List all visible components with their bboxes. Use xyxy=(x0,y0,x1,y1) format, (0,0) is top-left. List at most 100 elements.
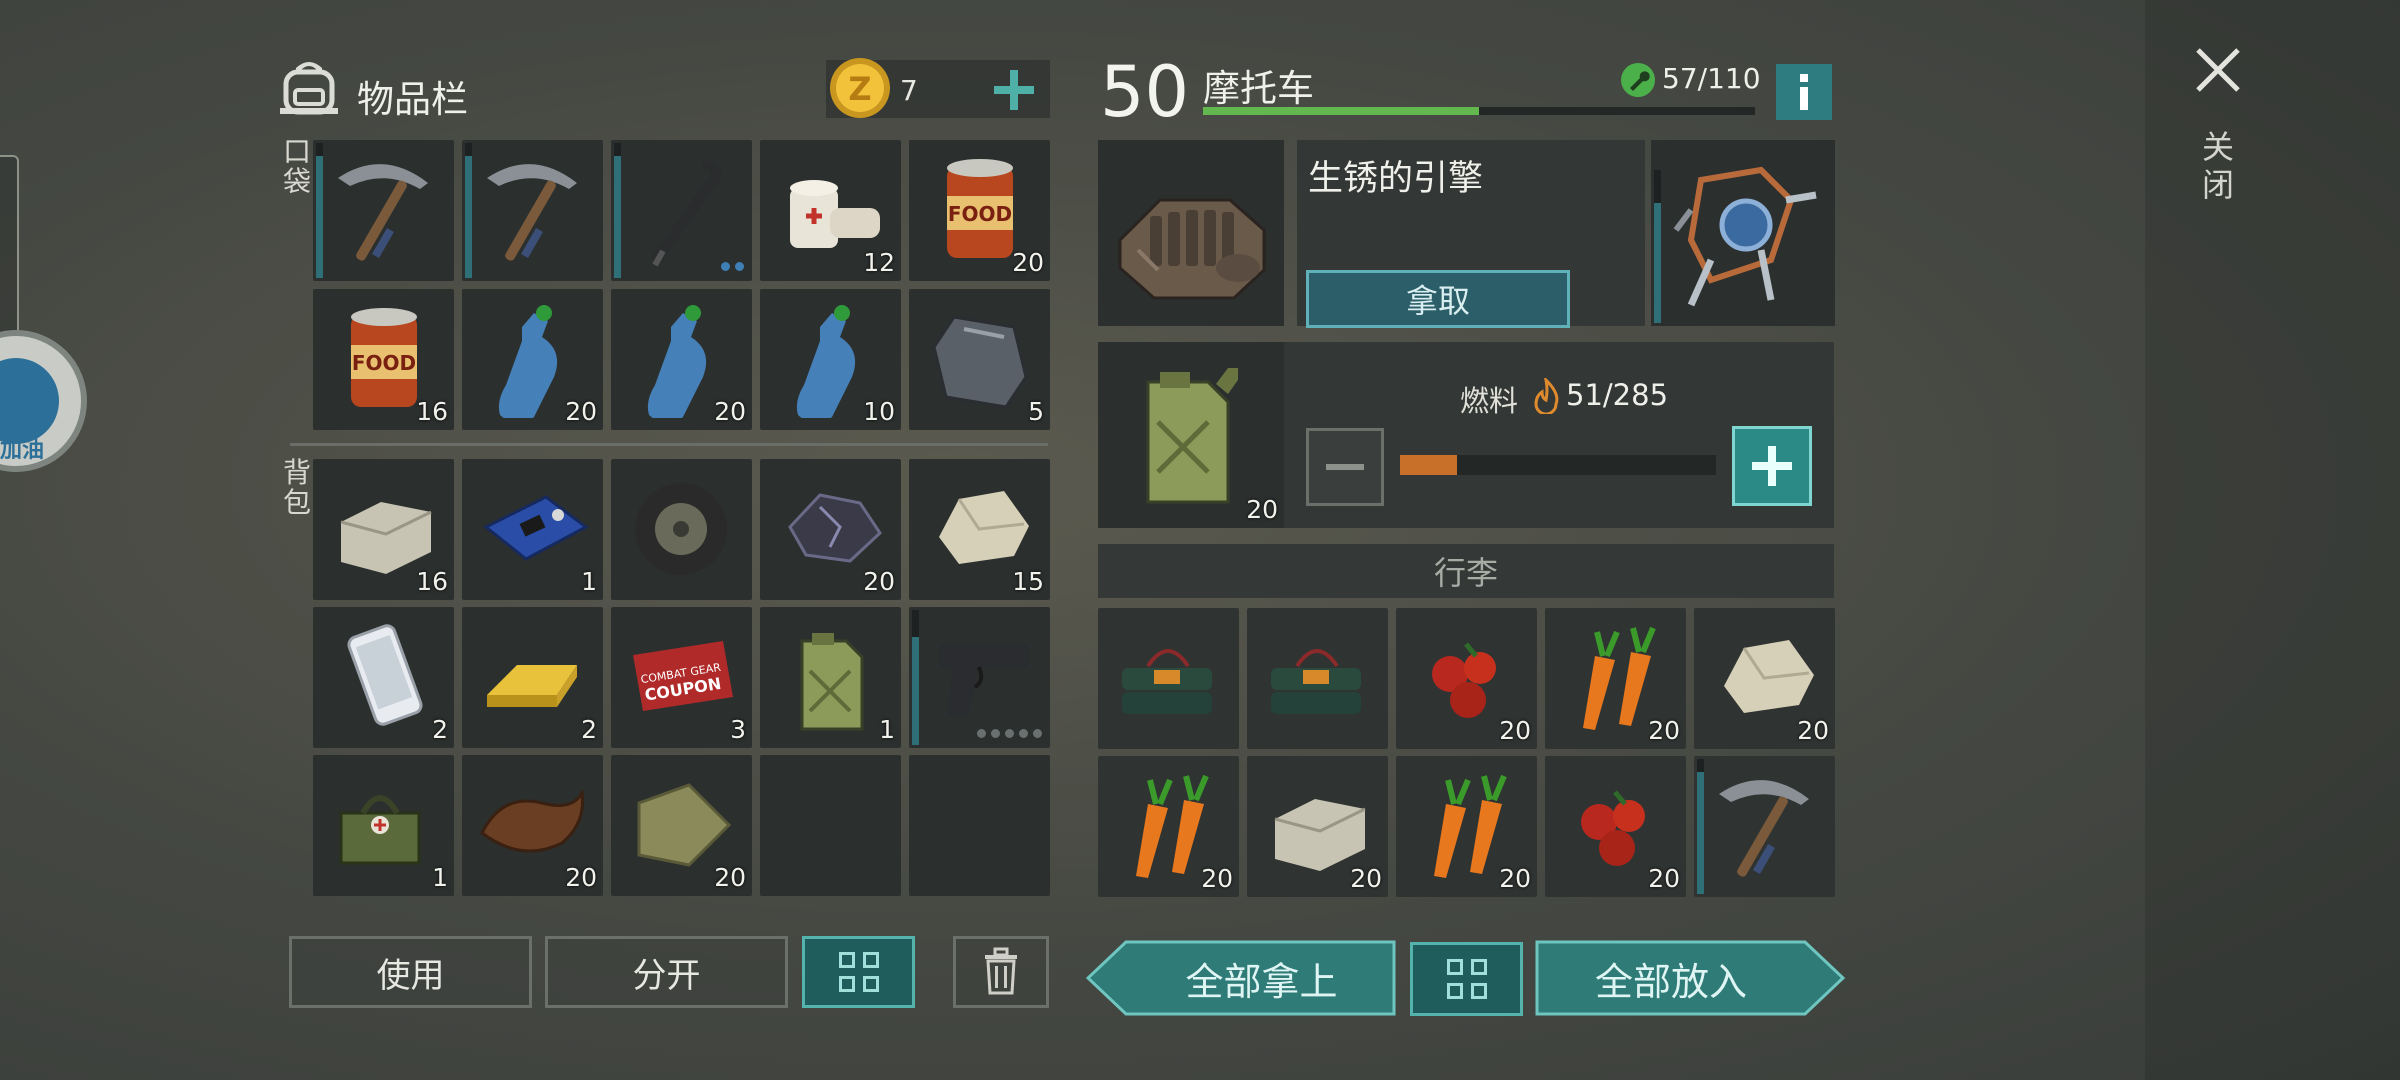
info-icon xyxy=(1800,74,1808,110)
inventory-title: 物品栏 xyxy=(357,78,468,121)
backpack-slot[interactable]: 2 xyxy=(462,607,603,748)
backpack-slot[interactable] xyxy=(909,755,1050,896)
pocket-slot[interactable]: 20 xyxy=(611,289,752,430)
pocket-slot[interactable] xyxy=(313,140,454,281)
info-button[interactable] xyxy=(1776,64,1832,120)
pocket-slot[interactable]: 20 xyxy=(462,289,603,430)
pickaxe-icon xyxy=(338,164,428,261)
fuel-value: 51/285 xyxy=(1566,378,1669,412)
pocket-slot[interactable]: 5 xyxy=(909,289,1050,430)
backpack-slot[interactable]: 15 xyxy=(909,459,1050,600)
grid-sort-icon xyxy=(1446,959,1487,999)
add-coins-button[interactable] xyxy=(992,68,1036,112)
split-button[interactable]: 分开 xyxy=(545,936,788,1008)
use-button[interactable]: 使用 xyxy=(289,936,532,1008)
crowbar-icon xyxy=(652,161,722,267)
circuit-board-icon xyxy=(483,495,589,561)
luggage-slot[interactable]: 20 xyxy=(1396,608,1537,749)
fuel-label: 燃料 xyxy=(1460,384,1519,418)
vehicle-name: 摩托车 xyxy=(1203,67,1314,110)
pocket-label: 口袋 xyxy=(282,135,311,198)
pickaxe-icon xyxy=(487,164,577,261)
charge-dots xyxy=(721,262,744,271)
backpack-slot[interactable]: 2 xyxy=(313,607,454,748)
right-backdrop xyxy=(2145,0,2400,1080)
close-label[interactable]: 关闭 xyxy=(2200,128,2236,204)
sort-luggage-button[interactable] xyxy=(1410,942,1523,1016)
luggage-slot[interactable]: 20 xyxy=(1545,756,1686,897)
backpack-slot[interactable]: 20 xyxy=(760,459,901,600)
item-count: 20 xyxy=(1012,248,1044,277)
vehicle-level: 50 xyxy=(1100,51,1190,133)
item-count: 20 xyxy=(1201,864,1233,893)
c4-explosive-icon xyxy=(1271,649,1361,714)
take-engine-button[interactable]: 拿取 xyxy=(1306,270,1570,328)
take-all-label: 全部拿上 xyxy=(1185,959,1338,1004)
luggage-slot[interactable]: 20 xyxy=(1694,608,1835,749)
minus-icon xyxy=(1326,464,1364,470)
fuel-increase-button[interactable] xyxy=(1732,426,1812,506)
item-count: 2 xyxy=(432,715,448,744)
luggage-slot[interactable]: 20 xyxy=(1396,756,1537,897)
item-count: 20 xyxy=(1648,716,1680,745)
backpack-slot[interactable] xyxy=(611,459,752,600)
backpack-slot[interactable]: 1 xyxy=(313,755,454,896)
item-count: 20 xyxy=(863,567,895,596)
close-button[interactable] xyxy=(2194,46,2242,94)
pocket-slot[interactable]: 12 xyxy=(760,140,901,281)
pocket-slot[interactable]: 10 xyxy=(760,289,901,430)
sort-inventory-button[interactable] xyxy=(802,936,915,1008)
parts-slot[interactable] xyxy=(1651,140,1835,326)
backpack-slot[interactable]: COMBAT GEAR COUPON 3 xyxy=(611,607,752,748)
backpack-slot[interactable] xyxy=(760,755,901,896)
item-count: 3 xyxy=(730,715,746,744)
pocket-slot[interactable]: FOOD 20 xyxy=(909,140,1050,281)
flame-icon xyxy=(1532,375,1560,416)
pocket-slot[interactable]: FOOD 16 xyxy=(313,289,454,430)
svg-text:FOOD: FOOD xyxy=(352,351,416,375)
backpack-slot[interactable]: 1 xyxy=(760,607,901,748)
trash-button[interactable] xyxy=(953,936,1049,1008)
fuel-decrease-button[interactable] xyxy=(1306,428,1384,506)
fuel-can-slot[interactable]: 20 xyxy=(1098,342,1284,528)
backpack-slot[interactable] xyxy=(909,607,1050,748)
plus-icon xyxy=(1752,446,1792,486)
coupon-icon: COMBAT GEARCOUPON xyxy=(633,641,733,711)
luggage-slot[interactable]: 20 xyxy=(1098,756,1239,897)
item-count: 2 xyxy=(581,715,597,744)
pistol-icon xyxy=(939,645,1029,715)
item-count: 20 xyxy=(1797,716,1829,745)
engine-icon xyxy=(1118,198,1266,300)
item-count: 16 xyxy=(416,397,448,426)
durability-bar xyxy=(614,156,621,278)
luggage-slot[interactable]: 20 xyxy=(1247,756,1388,897)
backpack-slot[interactable]: 20 xyxy=(462,755,603,896)
pocket-slot[interactable] xyxy=(462,140,603,281)
backpack-slot[interactable]: 1 xyxy=(462,459,603,600)
take-all-button[interactable]: 全部拿上 xyxy=(1086,940,1397,1016)
side-drawer-tab[interactable] xyxy=(0,155,19,354)
fuel-slider-track[interactable] xyxy=(1400,455,1716,475)
vehicle-durability: 57/110 xyxy=(1662,62,1761,95)
c4-explosive-icon xyxy=(1122,649,1212,714)
backpack-slot[interactable]: 20 xyxy=(611,755,752,896)
backpack-slot[interactable]: 16 xyxy=(313,459,454,600)
item-count: 1 xyxy=(432,863,448,892)
item-count: 20 xyxy=(714,863,746,892)
vehicle-xp-fill xyxy=(1203,107,1479,115)
luggage-slot[interactable] xyxy=(1098,608,1239,749)
trash-icon xyxy=(985,947,1017,995)
put-all-button[interactable]: 全部放入 xyxy=(1535,940,1847,1016)
item-count: 20 xyxy=(565,863,597,892)
luggage-slot[interactable] xyxy=(1247,608,1388,749)
section-divider xyxy=(290,443,1048,446)
item-count: 20 xyxy=(1499,864,1531,893)
luggage-slot[interactable]: 20 xyxy=(1545,608,1686,749)
charge-dots xyxy=(977,729,1042,738)
item-count: 20 xyxy=(1350,864,1382,893)
engine-name: 生锈的引擎 xyxy=(1308,159,1484,199)
pocket-slot[interactable] xyxy=(611,140,752,281)
engine-slot[interactable] xyxy=(1098,140,1284,326)
luggage-slot[interactable] xyxy=(1694,756,1835,897)
fuel-slider-fill xyxy=(1400,455,1457,475)
